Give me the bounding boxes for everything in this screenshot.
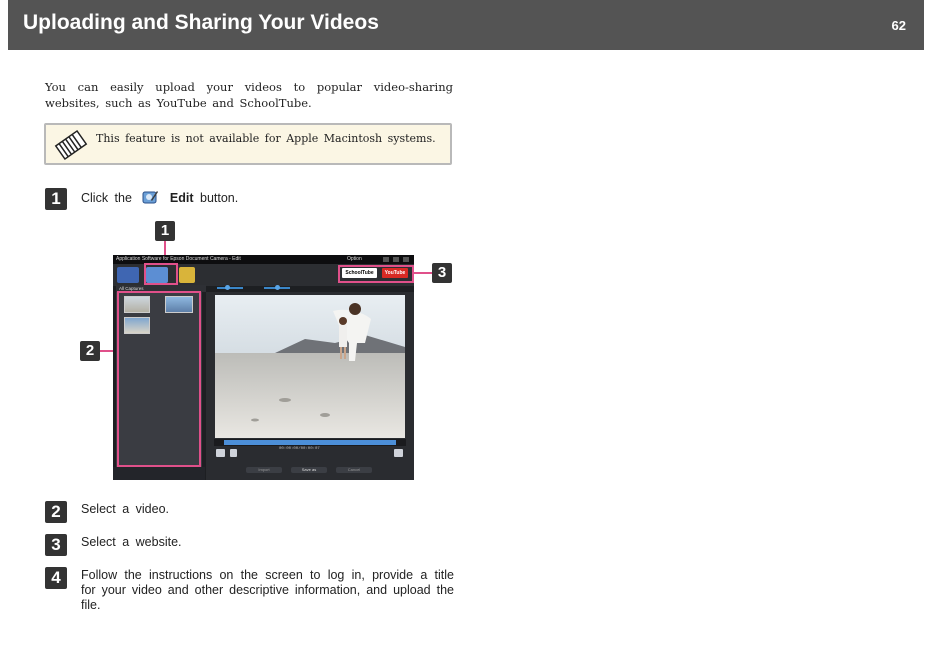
video-preview [215,295,405,438]
step-1-badge: 1 [45,188,67,210]
playback-progress[interactable] [214,439,406,446]
step-3-text: Select a website. [81,535,182,549]
note-box: This feature is not available for Apple … [44,123,452,165]
step-2-text: Select a video. [81,502,169,516]
close-icon[interactable] [403,257,409,262]
step-4-badge: 4 [45,567,67,589]
step-3-badge: 3 [45,534,67,556]
page-header: Uploading and Sharing Your Videos 62 [8,0,924,50]
edit-icon [142,191,159,204]
progress-fill [224,440,396,445]
zoom-slider[interactable] [209,284,414,291]
option-menu[interactable]: Option [347,255,362,264]
camera-mode-button[interactable] [117,267,139,283]
app-title: Application Software for Epson Document … [116,256,241,262]
callout-1: 1 [155,221,175,241]
save-as-button[interactable]: Save as [291,467,327,473]
list-tools [113,467,205,480]
step-1-text: Click the Edit button. [81,189,238,205]
page-number: 62 [891,18,906,33]
step-2-badge: 2 [45,501,67,523]
folder-button[interactable] [179,267,195,283]
maximize-icon[interactable] [393,257,399,262]
timecode: 00:00:00/00:00:07 [279,447,320,451]
intro-paragraph: You can easily upload your videos to pop… [45,80,453,110]
edit-highlight [144,263,178,285]
website-highlight [338,265,414,283]
callout-3-line [414,272,432,274]
play-icon[interactable] [216,449,225,457]
video-list-highlight [117,291,201,467]
callout-3: 3 [432,263,452,283]
previous-icon[interactable] [230,449,237,457]
memo-pad-icon [54,129,88,161]
minimize-icon[interactable] [383,257,389,262]
import-button[interactable]: Import [246,467,282,473]
callout-2: 2 [80,341,100,361]
step-1-after: button. [200,191,239,205]
step-4-text: Follow the instructions on the screen to… [81,568,454,612]
page-title: Uploading and Sharing Your Videos [23,11,379,34]
step-1-before: Click the [81,191,132,205]
camera-icon[interactable] [394,449,403,457]
edit-label: Edit [169,191,194,205]
cancel-button[interactable]: Cancel [336,467,372,473]
note-text: This feature is not available for Apple … [96,132,436,145]
